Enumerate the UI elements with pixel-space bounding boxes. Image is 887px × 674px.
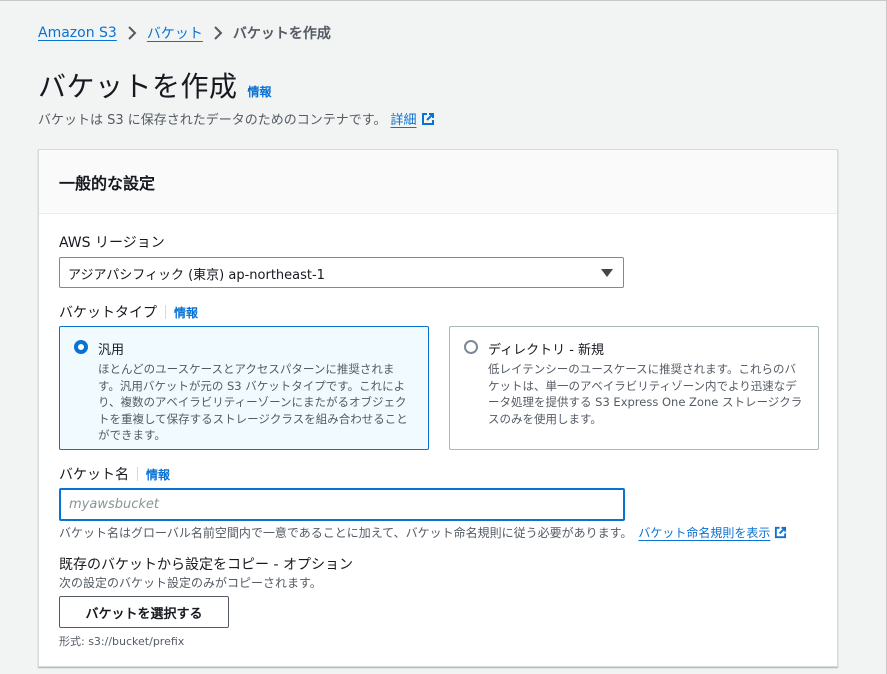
bucket-name-hint: バケット名はグローバル名前空間内で一意であることに加えて、バケット命名規則に従う… [59,524,787,541]
page-description-text: バケットは S3 に保存されたデータのためのコンテナです。 [38,113,387,128]
copy-settings-description-text: 次の設定のバケット設定のみがコピーされます。 [59,576,322,590]
breadcrumb-buckets[interactable]: バケット [147,23,203,43]
copy-settings-label: 既存のバケットから設定をコピー - オプション [59,557,353,573]
learn-more-link[interactable]: 詳細 [391,109,435,128]
bucket-type-info-link[interactable]: 情報 [174,304,198,321]
choose-bucket-button[interactable]: バケットを選択する [59,596,229,628]
page-description: バケットは S3 に保存されたデータのためのコンテナです。 詳細 [38,109,435,128]
tile-title: 汎用 [98,343,125,358]
breadcrumb-current: バケットを作成 [232,26,331,42]
naming-rules-link[interactable]: バケット命名規則を表示 [638,524,787,541]
tile-title: ディレクトリ - 新規 [488,343,605,358]
bucket-type-label: バケットタイプ [59,305,157,321]
page-info-link[interactable]: 情報 [248,83,272,100]
bucket-type-directory[interactable]: ディレクトリ - 新規 低レイテンシーのユースケースに推奨されます。これらのバケ… [449,326,819,450]
bucket-type-field-label: バケットタイプ 情報 [59,302,198,322]
tile-description: 低レイテンシーのユースケースに推奨されます。これらのバケットは、単一のアベイラビ… [488,362,803,426]
external-link-icon [421,112,434,125]
region-select[interactable]: アジアパシフィック (東京) ap-northeast-1 [59,257,624,288]
page-title: バケットを作成 [38,70,238,103]
bucket-name-field-label: バケット名 情報 [59,464,170,484]
general-settings-panel: 一般的な設定 AWS リージョン アジアパシフィック (東京) ap-north… [38,149,838,667]
region-selected-value: アジアパシフィック (東京) ap-northeast-1 [68,268,325,283]
learn-more-label: 詳細 [390,113,417,128]
bucket-name-hint-text: バケット名はグローバル名前空間内で一意であることに加えて、バケット命名規則に従う… [59,526,633,540]
radio-button-selected[interactable] [74,340,88,354]
copy-settings-format: 形式: s3://bucket/prefix [59,633,184,649]
naming-rules-label: バケット命名規則を表示 [638,526,771,540]
breadcrumb: Amazon S3 バケット バケットを作成 [38,23,331,43]
chevron-right-icon [213,26,223,40]
region-label: AWS リージョン [59,235,165,251]
external-link-icon [775,526,787,539]
copy-settings-description: 次の設定のバケット設定のみがコピーされます。 [59,574,322,591]
copy-settings-label-row: 既存のバケットから設定をコピー - オプション [59,554,353,574]
bucket-type-general-purpose[interactable]: 汎用 ほとんどのユースケースとアクセスパターンに推奨されます。汎用バケットが元の… [59,326,429,450]
bucket-name-input[interactable] [59,488,625,521]
radio-button[interactable] [464,340,478,354]
caret-down-icon [601,269,613,277]
page-header: バケットを作成 情報 [38,65,272,105]
bucket-name-info-link[interactable]: 情報 [146,466,170,483]
copy-settings-format-text: 形式: s3://bucket/prefix [59,635,185,648]
breadcrumb-amazon-s3[interactable]: Amazon S3 [38,25,117,41]
chevron-right-icon [127,26,137,40]
label-divider [165,305,166,319]
label-divider [137,467,138,481]
tile-description: ほとんどのユースケースとアクセスパターンに推奨されます。汎用バケットが元の S3… [98,362,408,442]
bucket-name-label: バケット名 [59,467,129,483]
panel-header: 一般的な設定 [39,150,837,214]
region-field-label: AWS リージョン [59,232,165,252]
